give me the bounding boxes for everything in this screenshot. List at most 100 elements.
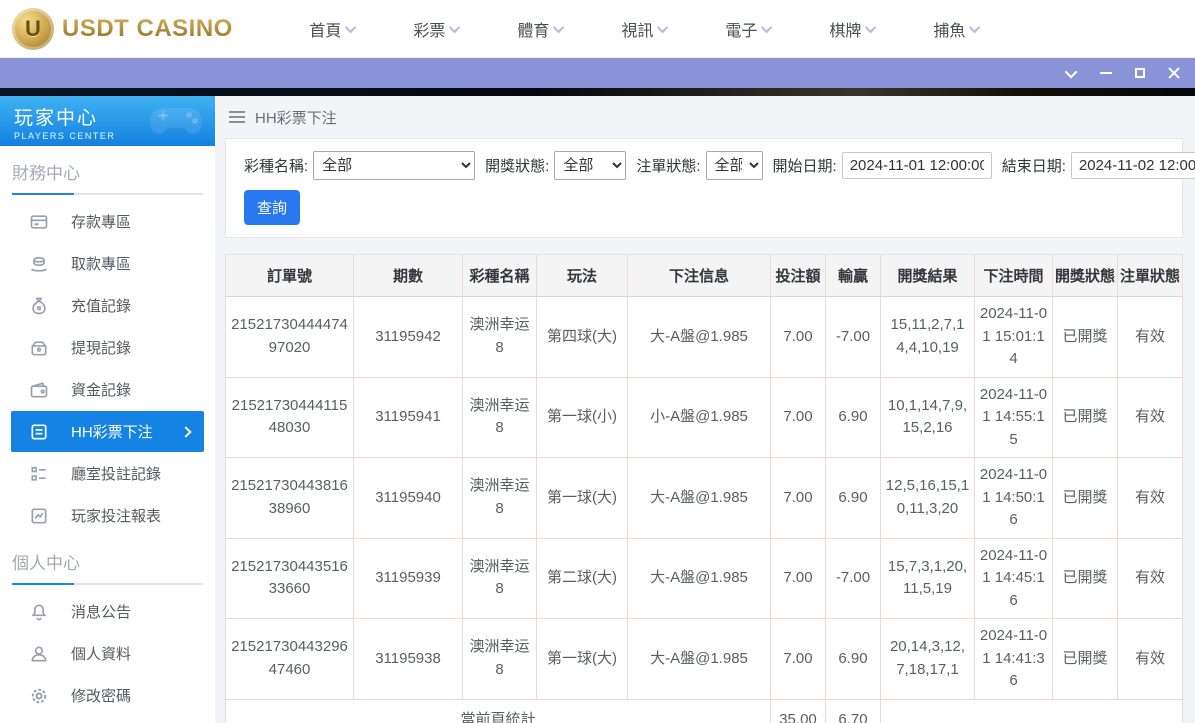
hamburger-icon[interactable] [229,111,245,123]
chevron-down-icon [657,21,669,33]
table-body: 2152173044447497020 31195942 澳洲幸运8 第四球(大) 大-… [225,296,1183,700]
table-cell: 2152173044329647460 [225,618,354,700]
section-personal-center: 個人中心 [12,554,80,573]
end-date-input[interactable] [1070,152,1195,179]
table-cell: 已開獎 [1052,618,1118,700]
column-header-period: 期數 [353,254,463,297]
nav-item-video[interactable]: 視訊 [593,17,697,41]
sidebar-item-withdrawal-record[interactable]: 提現記錄 [11,327,204,368]
column-header-bet-time: 下注時間 [974,254,1053,297]
draw-status-select[interactable]: 全部 [554,151,627,180]
user-icon [29,644,49,664]
window-dropdown-icon[interactable] [1064,65,1079,80]
report-chart-icon [29,506,49,526]
column-header-win-loss: 輸贏 [825,254,881,297]
start-date-label: 開始日期: [772,158,837,175]
maximize-icon[interactable] [1133,66,1147,80]
bet-list-icon [29,422,49,442]
page-title: HH彩票下注 [255,109,337,127]
bell-icon [29,602,49,622]
table-cell: 第一球(小) [536,376,628,458]
gamepad-icon [150,108,202,134]
sidebar-item-change-password[interactable]: 修改密碼 [11,675,204,716]
gear-icon [29,686,49,706]
close-icon[interactable] [1167,66,1181,80]
sidebar-item-recharge-record[interactable]: 充值記錄 [11,285,204,326]
table-cell: 大-A盤@1.985 [627,457,771,539]
column-header-bet-info: 下注信息 [627,254,771,297]
chevron-down-icon [345,21,357,33]
table-cell: 7.00 [770,296,826,378]
table-cell: 2152173044447497020 [225,296,354,378]
sidebar-item-hh-lottery-bets[interactable]: HH彩票下注 [11,411,204,452]
chevron-down-icon [449,21,461,33]
table-cell: 第二球(大) [536,537,628,619]
column-header-order-no: 訂單號 [225,254,354,297]
table-row: 2152173044351633660 31195939 澳洲幸运8 第二球(大) 大-… [225,537,1183,619]
table-cell: 6.90 [825,618,881,700]
app-header: U USDT CASINO 首頁 彩票 體育 視訊 電子 棋牌 捕魚 [0,0,1195,58]
table-cell: -7.00 [825,296,881,378]
sidebar-item-funds-record[interactable]: 資金記錄 [11,369,204,410]
sidebar-item-withdraw[interactable]: 取款專區 [11,243,204,284]
money-bag-icon [29,296,49,316]
table-cell: 6.90 [825,376,881,458]
summary-row-current-page: 當前頁統計 35.00 6.70 [225,698,1183,723]
column-header-draw-result: 開獎結果 [880,254,975,297]
table-row: 2152173044329647460 31195938 澳洲幸运8 第一球(大) 大-… [225,618,1183,700]
order-status-select[interactable]: 全部 [705,151,763,180]
decorative-strip [0,88,1195,96]
order-status-label: 注單狀態: [636,158,701,175]
minimize-icon[interactable] [1099,66,1113,80]
sidebar-item-announcements[interactable]: 消息公告 [11,591,204,632]
nav-item-electronic[interactable]: 電子 [697,17,801,41]
nav-item-fishing[interactable]: 捕魚 [905,17,1009,41]
filter-panel: 彩種名稱: 全部 開獎狀態: 全部 注單狀態: 全部 開始日期: 結束日期: [225,138,1195,238]
table-row: 2152173044381638960 31195940 澳洲幸运8 第一球(大) 大-… [225,457,1183,539]
search-button[interactable]: 查詢 [244,190,301,225]
end-date-label: 結束日期: [1001,158,1066,175]
main-content: HH彩票下注 彩種名稱: 全部 開獎狀態: 全部 注單狀態: 全部 開始日期: [215,96,1195,723]
sidebar-item-room-bet-record[interactable]: 廳室投註記錄 [11,453,204,494]
window-titlebar [0,58,1195,88]
column-header-order-status: 注單狀態 [1117,254,1183,297]
summary-win-total: 6.70 [825,698,881,723]
table-cell: 31195941 [353,376,463,458]
table-cell: 已開獎 [1052,537,1118,619]
brand-logo[interactable]: U USDT CASINO [12,7,233,50]
table-cell: 小-A盤@1.985 [627,376,771,458]
nav-item-lottery[interactable]: 彩票 [385,17,489,41]
table-cell: 已開獎 [1052,376,1118,458]
checklist-icon [29,464,49,484]
wallet-icon [29,380,49,400]
lottery-name-select[interactable]: 全部 [313,151,476,180]
chevron-down-icon [865,21,877,33]
chevron-right-icon [180,425,192,438]
lottery-name-label: 彩種名稱: [244,158,309,175]
table-cell: 2152173044381638960 [225,457,354,539]
column-header-play-type: 玩法 [536,254,628,297]
table-cell: 有效 [1117,537,1183,619]
section-divider [12,193,203,195]
summary-empty [880,698,1183,723]
nav-item-boardgames[interactable]: 棋牌 [801,17,905,41]
nav-item-sports[interactable]: 體育 [489,17,593,41]
table-cell: -7.00 [825,537,881,619]
table-cell: 2024-11-01 14:50:16 [974,457,1053,539]
table-cell: 7.00 [770,618,826,700]
table-cell: 2024-11-01 15:01:14 [974,296,1053,378]
sidebar-item-player-bet-report[interactable]: 玩家投注報表 [11,495,204,536]
table-cell: 澳洲幸运8 [462,618,537,700]
sidebar-item-deposit[interactable]: 存款專區 [11,201,204,242]
table-cell: 31195942 [353,296,463,378]
column-header-bet-amount: 投注額 [770,254,826,297]
table-cell: 大-A盤@1.985 [627,296,771,378]
nav-item-home[interactable]: 首頁 [281,17,385,41]
sidebar-item-profile[interactable]: 個人資料 [11,633,204,674]
table-cell: 6.90 [825,457,881,539]
start-date-input[interactable] [841,152,992,179]
table-cell: 澳洲幸运8 [462,296,537,378]
table-cell: 31195940 [353,457,463,539]
table-cell: 大-A盤@1.985 [627,537,771,619]
table-cell: 第一球(大) [536,457,628,539]
